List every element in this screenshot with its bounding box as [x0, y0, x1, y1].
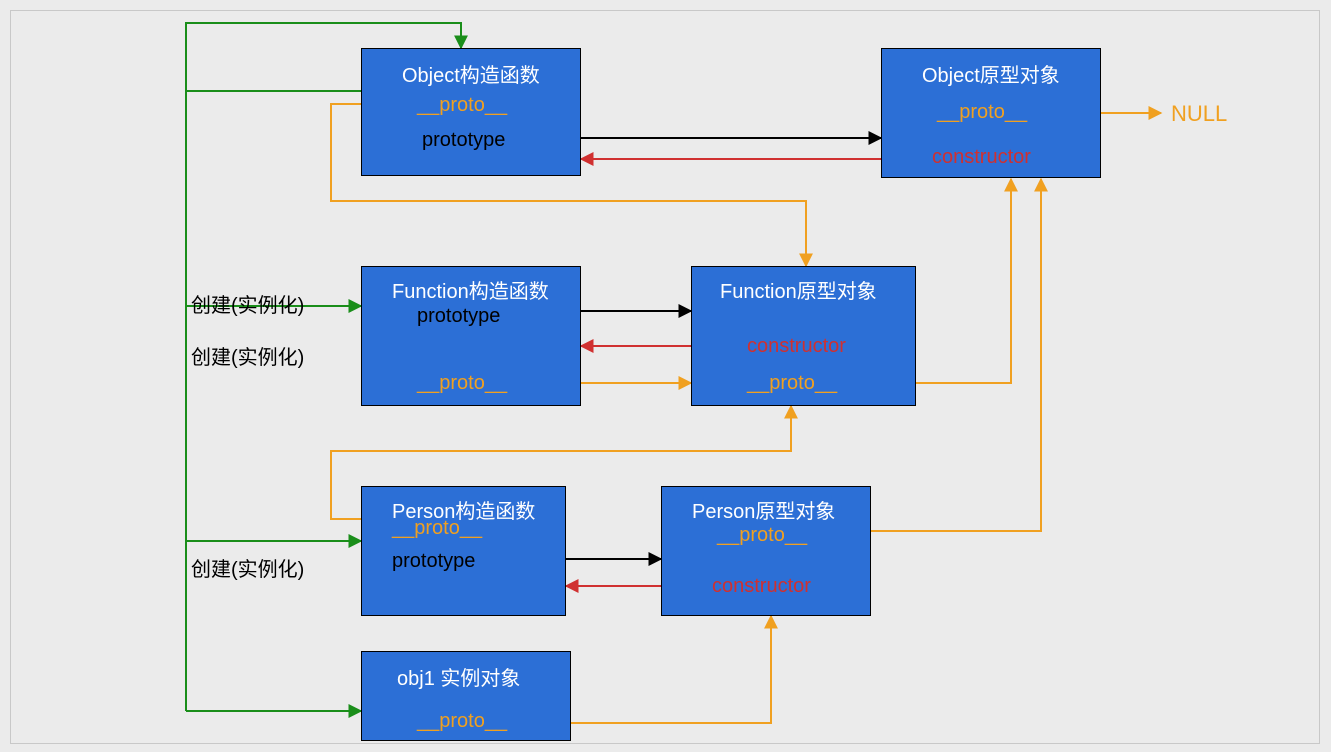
field-object-proto-proto: __proto__	[937, 101, 1027, 124]
field-object-ctor-prototype: prototype	[422, 129, 505, 152]
edge-create-main	[186, 91, 361, 711]
title-function-constructor: Function构造函数	[392, 275, 549, 304]
field-person-ctor-prototype: prototype	[392, 550, 475, 573]
title-obj1: obj1 实例对象	[397, 662, 520, 691]
field-object-ctor-proto: __proto__	[417, 94, 507, 117]
caption-create-1: 创建(实例化)	[191, 289, 304, 318]
box-person-prototype: Person原型对象 __proto__ constructor	[661, 486, 871, 616]
field-obj1-proto: __proto__	[417, 710, 507, 733]
edge-obj1-proto	[541, 616, 771, 723]
box-function-prototype: Function原型对象 constructor __proto__	[691, 266, 916, 406]
title-object-prototype: Object原型对象	[922, 59, 1060, 88]
box-function-constructor: Function构造函数 prototype __proto__	[361, 266, 581, 406]
field-object-proto-constructor: constructor	[932, 146, 1031, 169]
box-person-constructor: Person构造函数 __proto__ prototype	[361, 486, 566, 616]
diagram-frame: Object构造函数 __proto__ prototype Object原型对…	[10, 10, 1320, 744]
box-object-constructor: Object构造函数 __proto__ prototype	[361, 48, 581, 176]
field-person-proto-constructor: constructor	[712, 575, 811, 598]
box-object-prototype: Object原型对象 __proto__ constructor	[881, 48, 1101, 178]
box-obj1-instance: obj1 实例对象 __proto__	[361, 651, 571, 741]
caption-create-2: 创建(实例化)	[191, 341, 304, 370]
field-person-ctor-proto: __proto__	[392, 517, 482, 540]
title-object-constructor: Object构造函数	[402, 59, 540, 88]
null-label: NULL	[1171, 101, 1227, 127]
title-person-prototype: Person原型对象	[692, 495, 835, 524]
field-function-ctor-prototype: prototype	[417, 305, 500, 328]
connectors-svg	[11, 11, 1319, 743]
title-function-prototype: Function原型对象	[720, 275, 877, 304]
field-function-proto-proto: __proto__	[747, 372, 837, 395]
field-function-ctor-proto: __proto__	[417, 372, 507, 395]
field-person-proto-proto: __proto__	[717, 524, 807, 547]
field-function-proto-constructor: constructor	[747, 335, 846, 358]
caption-create-3: 创建(实例化)	[191, 553, 304, 582]
